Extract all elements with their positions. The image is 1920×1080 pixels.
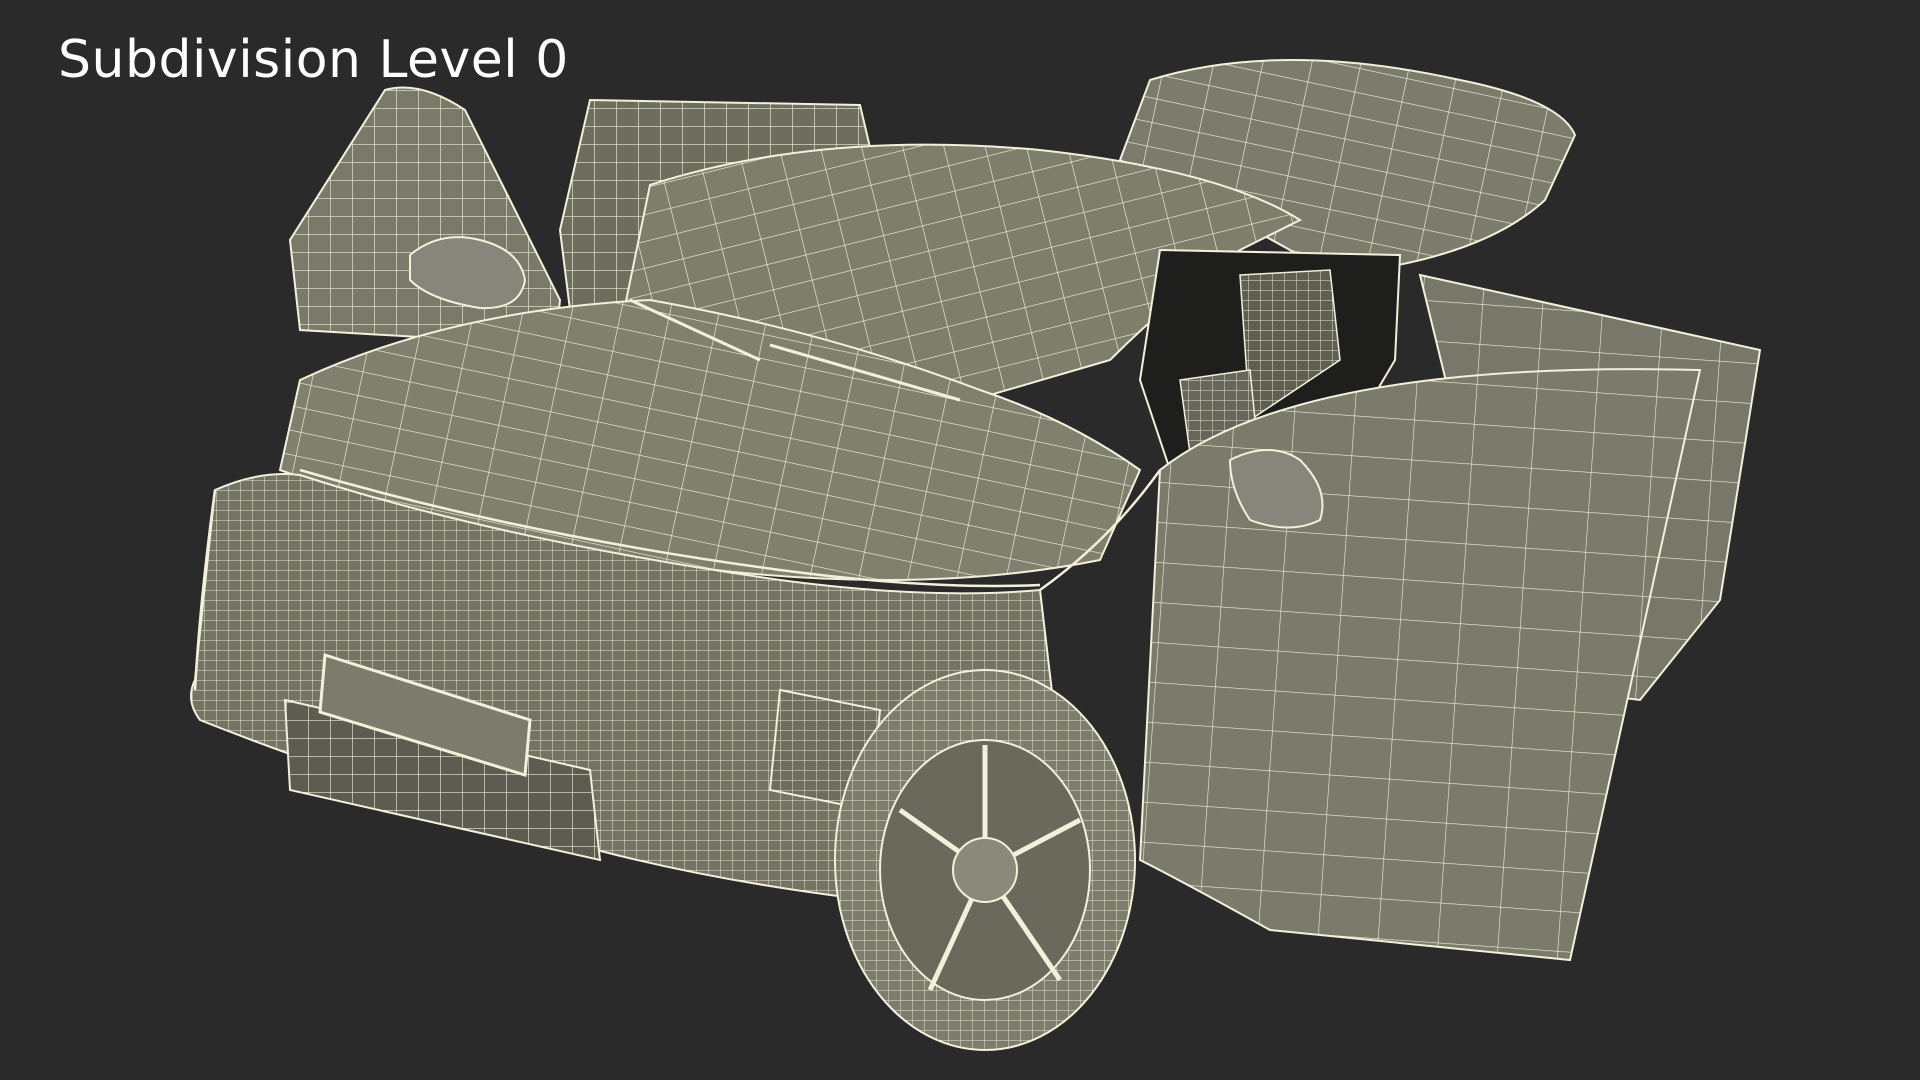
right-front-door bbox=[1138, 368, 1702, 962]
subdivision-level-label: Subdivision Level 0 bbox=[58, 30, 569, 90]
left-front-door bbox=[288, 86, 562, 347]
viewport: Subdivision Level 0 bbox=[0, 0, 1920, 1080]
front-wheel bbox=[834, 669, 1136, 1051]
wireframe-render bbox=[190, 59, 1762, 1051]
